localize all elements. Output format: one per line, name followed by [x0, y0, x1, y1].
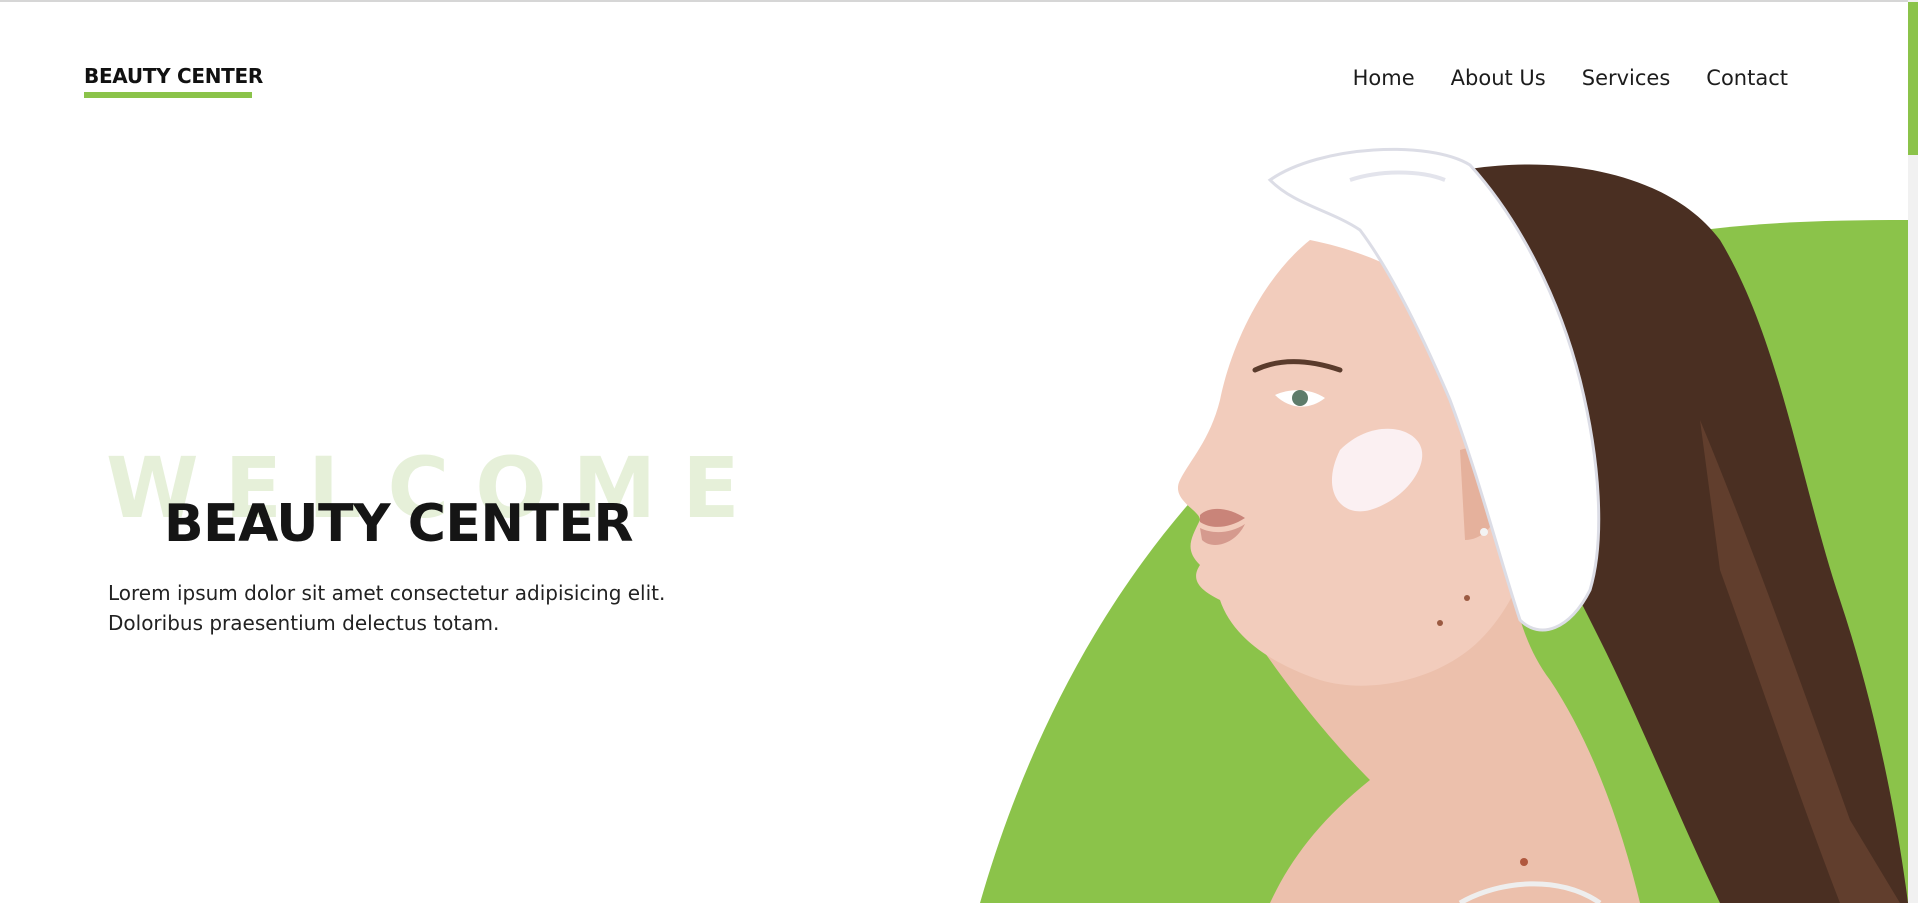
- main-nav: Home About Us Services Contact: [1353, 64, 1788, 92]
- hero-description-line-2: Doloribus praesentium delectus totam.: [108, 611, 500, 635]
- page-scrollbar[interactable]: [1908, 0, 1918, 903]
- scrollbar-thumb[interactable]: [1908, 2, 1918, 155]
- hero-image-woman-icon: [980, 147, 1908, 903]
- hero-description: Lorem ipsum dolor sit amet consectetur a…: [108, 578, 668, 638]
- hero-description-line-1: Lorem ipsum dolor sit amet consectetur a…: [108, 581, 666, 605]
- nav-home-link[interactable]: Home: [1353, 64, 1415, 92]
- nav-about-us-link[interactable]: About Us: [1451, 64, 1546, 92]
- hero-title: BEAUTY CENTER: [164, 494, 634, 554]
- nav-contact-link[interactable]: Contact: [1706, 64, 1788, 92]
- window-top-edge: [0, 0, 1918, 2]
- logo-link[interactable]: BEAUTY CENTER: [84, 64, 263, 88]
- nav-services-link[interactable]: Services: [1582, 64, 1671, 92]
- page: BEAUTY CENTER Home About Us Services Con…: [0, 0, 1918, 903]
- logo-underline: [84, 92, 252, 98]
